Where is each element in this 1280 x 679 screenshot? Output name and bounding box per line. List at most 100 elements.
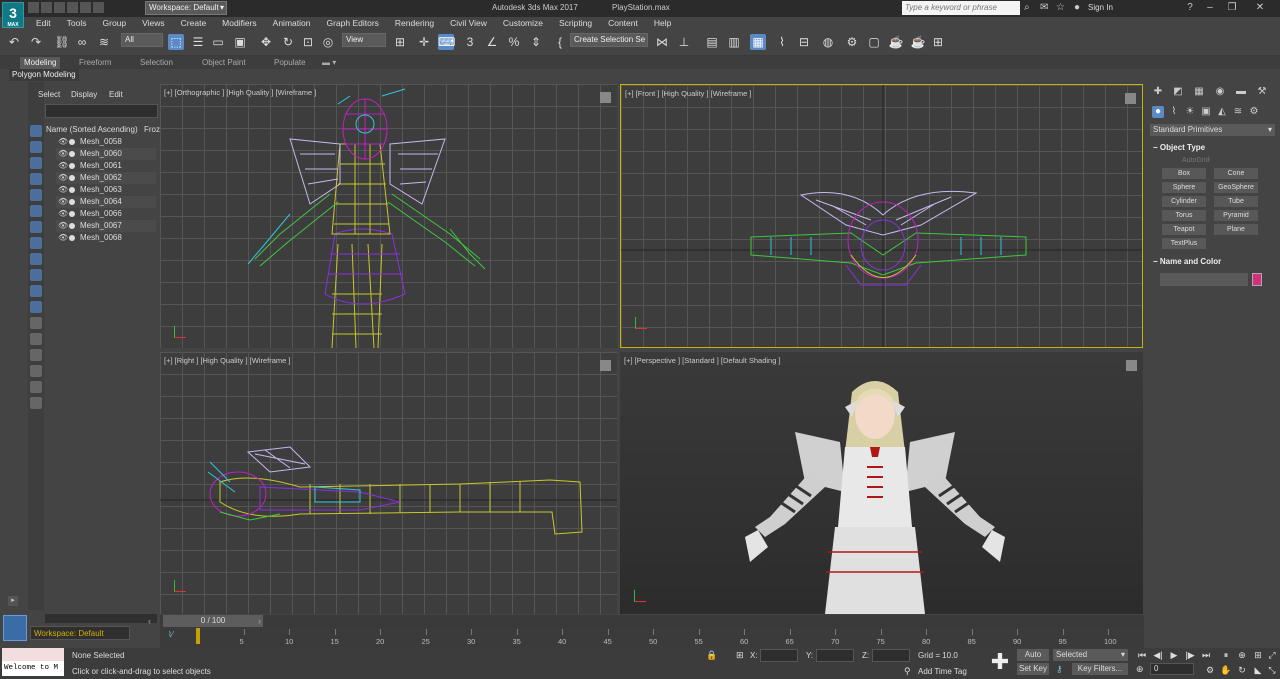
helpers-icon[interactable]: ◭ <box>1216 106 1228 118</box>
go-to-start-icon[interactable]: ⏮ <box>1136 649 1148 661</box>
toggle-layer-explorer-icon[interactable]: ▥ <box>726 34 742 50</box>
eye-icon[interactable]: 👁 <box>58 220 68 232</box>
window-crossing-icon[interactable]: ▣ <box>232 34 248 50</box>
percent-snap-icon[interactable]: % <box>506 34 522 50</box>
mini-curve-editor-icon[interactable]: ⌇⁄ <box>168 630 173 639</box>
rollout-object-type[interactable]: − Object Type <box>1150 142 1275 153</box>
cylinder-button[interactable]: Cylinder <box>1162 196 1206 207</box>
play-icon[interactable]: ▶ <box>1168 649 1180 661</box>
open-file-icon[interactable] <box>41 2 52 13</box>
tab-selection[interactable]: Selection <box>140 57 173 69</box>
eye-icon[interactable]: 👁 <box>58 172 68 184</box>
render-setup-icon[interactable]: ⚙ <box>844 34 860 50</box>
previous-key-icon[interactable]: ◀| <box>1152 649 1164 661</box>
cameras-icon[interactable]: ▣ <box>1200 106 1212 118</box>
list-item[interactable]: 👁 Mesh_0066 <box>56 208 156 220</box>
unlink-icon[interactable]: ∞ <box>74 34 90 50</box>
list-item[interactable]: 👁 Mesh_0058 <box>56 136 156 148</box>
set-key-mode-icon[interactable]: ✚ <box>988 650 1012 674</box>
pyramid-button[interactable]: Pyramid <box>1214 210 1258 221</box>
time-slider-track[interactable] <box>160 615 1144 627</box>
project-icon[interactable] <box>93 2 104 13</box>
eye-icon[interactable]: 👁 <box>58 160 68 172</box>
previous-frame-icon[interactable]: ‹ <box>148 615 151 627</box>
workspace-selector[interactable]: Workspace: Default <box>30 626 130 640</box>
plane-button[interactable]: Plane <box>1214 224 1258 235</box>
tab-populate[interactable]: Populate <box>274 57 306 69</box>
menu-animation[interactable]: Animation <box>265 17 319 30</box>
spinner-snap-icon[interactable]: ⇕ <box>528 34 544 50</box>
menu-modifiers[interactable]: Modifiers <box>214 17 264 30</box>
object-color-swatch[interactable] <box>1252 273 1262 286</box>
toggle-scene-explorer-icon[interactable]: ▤ <box>704 34 720 50</box>
close-button[interactable]: ✕ <box>1250 1 1270 15</box>
funnel-icon[interactable] <box>30 381 42 393</box>
undo-icon[interactable]: ↶ <box>6 34 22 50</box>
ribbon-options-icon[interactable]: ▬ ▾ <box>322 57 336 69</box>
current-frame-marker[interactable] <box>196 628 200 644</box>
torus-button[interactable]: Torus <box>1162 210 1206 221</box>
display-none-icon[interactable] <box>30 125 42 137</box>
link-icon[interactable]: ⛓ <box>54 34 70 50</box>
time-configuration-icon[interactable]: ⚙ <box>1204 664 1216 676</box>
list-item[interactable]: 👁 Mesh_0061 <box>56 160 156 172</box>
render-iterative-icon[interactable]: ☕ <box>910 34 926 50</box>
field-of-view-icon[interactable]: ◣ <box>1252 664 1264 676</box>
menu-create[interactable]: Create <box>173 17 215 30</box>
eye-icon[interactable]: 👁 <box>58 136 68 148</box>
rendered-frame-window-icon[interactable]: ▢ <box>866 34 882 50</box>
curve-editor-icon[interactable]: ⌇ <box>774 34 790 50</box>
space-warps-icon[interactable]: ≋ <box>1232 106 1244 118</box>
create-tab-icon[interactable]: ✚ <box>1152 86 1164 98</box>
eye-icon[interactable]: 👁 <box>58 208 68 220</box>
menu-customize[interactable]: Customize <box>495 17 551 30</box>
key-mode-toggle-icon[interactable]: ⏸ <box>1220 649 1232 661</box>
viewport-right[interactable]: [+] [Right ] [High Quality ] [Wireframe … <box>160 352 617 614</box>
maximize-button[interactable]: ❐ <box>1222 1 1242 15</box>
explorer-search-input[interactable] <box>45 104 158 118</box>
display-hidden-icon[interactable] <box>30 349 42 361</box>
expand-arrow-icon[interactable]: ▸ <box>8 596 18 606</box>
maxscript-listener-output[interactable] <box>2 648 64 661</box>
menu-content[interactable]: Content <box>600 17 646 30</box>
modify-tab-icon[interactable]: ◩ <box>1172 86 1184 98</box>
lock-icon[interactable]: 🔒 <box>706 650 717 661</box>
tab-object-paint[interactable]: Object Paint <box>202 57 246 69</box>
rectangle-selection-icon[interactable]: ▭ <box>210 34 226 50</box>
time-slider-thumb[interactable]: 0 / 100 <box>163 615 263 627</box>
edit-named-selection-icon[interactable]: { <box>552 34 568 50</box>
maximize-viewport-icon[interactable]: ⤢ <box>1266 649 1278 661</box>
render-production-icon[interactable]: ☕ <box>888 34 904 50</box>
select-object-icon[interactable]: ⬚ <box>168 34 184 50</box>
redo-icon[interactable] <box>80 2 91 13</box>
schematic-view-icon[interactable]: ⊟ <box>796 34 812 50</box>
y-coordinate-input[interactable] <box>816 649 854 662</box>
motion-tab-icon[interactable]: ◉ <box>1214 86 1226 98</box>
tube-button[interactable]: Tube <box>1214 196 1258 207</box>
display-lights-icon[interactable] <box>30 205 42 217</box>
key-mode-icon[interactable]: ⚷ <box>1056 664 1063 675</box>
display-xrefs-icon[interactable] <box>30 285 42 297</box>
header-frozen[interactable]: Froz <box>144 124 160 135</box>
toggle-ribbon-icon[interactable]: ▦ <box>750 34 766 50</box>
next-frame-icon[interactable]: › <box>258 615 261 627</box>
walk-through-icon[interactable]: ⤡ <box>1266 664 1278 676</box>
maxscript-mini-listener[interactable]: Welcome to M <box>2 661 64 676</box>
display-tab-icon[interactable]: ▬ <box>1235 86 1247 98</box>
absolute-mode-icon[interactable]: ⊞ <box>736 650 744 661</box>
primitive-category-dropdown[interactable]: Standard Primitives ▾ <box>1150 124 1275 136</box>
explorer-tab-select[interactable]: Select <box>38 90 60 100</box>
eye-icon[interactable]: 👁 <box>58 148 68 160</box>
list-item[interactable]: 👁 Mesh_0062 <box>56 172 156 184</box>
next-key-icon[interactable]: |▶ <box>1184 649 1196 661</box>
redo-icon[interactable]: ↷ <box>28 34 44 50</box>
zoom-extents-icon[interactable]: ⊞ <box>1252 649 1264 661</box>
placement-icon[interactable]: ◎ <box>320 34 336 50</box>
select-by-name-icon[interactable]: ☰ <box>190 34 206 50</box>
named-selection-set-dropdown[interactable]: Create Selection Se <box>570 33 648 47</box>
menu-help[interactable]: Help <box>646 17 679 30</box>
selection-filter-dropdown[interactable]: All <box>121 33 163 47</box>
time-config-icon[interactable]: ⊕ <box>1136 664 1144 675</box>
render-in-cloud-icon[interactable]: ⊞ <box>930 34 946 50</box>
eye-icon[interactable]: 👁 <box>58 184 68 196</box>
